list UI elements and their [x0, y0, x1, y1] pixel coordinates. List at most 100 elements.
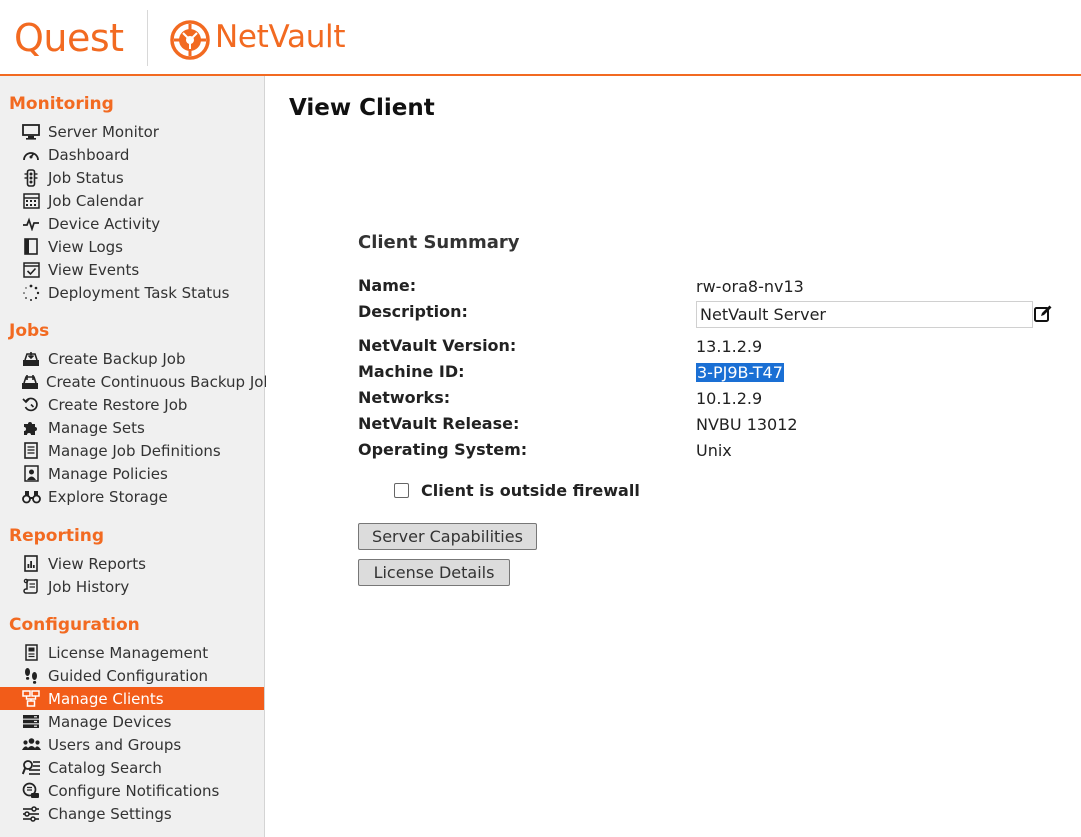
netvault-release-value: NVBU 13012: [696, 415, 798, 434]
edit-description-icon[interactable]: [1033, 304, 1053, 324]
clients-icon: [21, 690, 41, 708]
client-summary-title: Client Summary: [358, 232, 520, 253]
pulse-icon: [21, 215, 41, 233]
sidebar-item-manage-policies[interactable]: Manage Policies: [0, 462, 264, 485]
notifications-icon: [21, 782, 41, 800]
sidebar-item-job-calendar[interactable]: Job Calendar: [0, 189, 264, 212]
settings-sliders-icon: [21, 805, 41, 823]
sidebar-item-label: Manage Sets: [48, 418, 145, 437]
netvault-logo-text[interactable]: NetVault: [215, 19, 346, 55]
sidebar-item-label: Change Settings: [48, 804, 172, 823]
sidebar-item-explore-storage[interactable]: Explore Storage: [0, 485, 264, 508]
users-icon: [21, 736, 41, 754]
sidebar-item-server-monitor[interactable]: Server Monitor: [0, 120, 264, 143]
sidebar-item-create-backup-job[interactable]: Create Backup Job: [0, 347, 264, 370]
devices-icon: [21, 713, 41, 731]
firewall-option[interactable]: Client is outside firewall: [394, 481, 640, 500]
sidebar-item-label: Manage Devices: [48, 712, 172, 731]
license-icon: [21, 644, 41, 662]
machine-id-value-wrapper: 3-PJ9B-T47: [696, 363, 784, 382]
traffic-light-icon: [21, 168, 41, 187]
sidebar-item-label: Job Calendar: [48, 191, 144, 210]
sidebar-item-label: Dashboard: [48, 145, 130, 164]
events-check-icon: [21, 261, 41, 279]
sidebar-item-label: Manage Policies: [48, 464, 168, 483]
sidebar-item-license-management[interactable]: License Management: [0, 641, 264, 664]
machine-id-value[interactable]: 3-PJ9B-T47: [696, 363, 784, 382]
firewall-checkbox[interactable]: [394, 483, 409, 498]
page-title: View Client: [289, 95, 435, 121]
sidebar-item-label: Deployment Task Status: [48, 283, 230, 302]
sidebar-item-label: Create Continuous Backup Job: [46, 372, 273, 391]
section-title-configuration: Configuration: [9, 615, 140, 635]
description-field[interactable]: NetVault Server: [696, 301, 1033, 328]
sidebar-item-create-restore-job[interactable]: Create Restore Job: [0, 393, 264, 416]
sidebar-item-label: View Events: [48, 260, 140, 279]
sidebar-item-label: View Logs: [48, 237, 123, 256]
sidebar-item-deployment-task-status[interactable]: Deployment Task Status: [0, 281, 264, 304]
sidebar-item-device-activity[interactable]: Device Activity: [0, 212, 264, 235]
footsteps-icon: [21, 667, 41, 685]
continuous-backup-icon: [21, 373, 39, 391]
sidebar-item-label: Manage Job Definitions: [48, 441, 221, 460]
sidebar-item-label: Explore Storage: [48, 487, 168, 506]
name-label: Name:: [358, 276, 417, 295]
sidebar-item-view-logs[interactable]: View Logs: [0, 235, 264, 258]
sidebar-item-label: Server Monitor: [48, 122, 159, 141]
restore-icon: [21, 396, 41, 414]
sidebar-item-dashboard[interactable]: Dashboard: [0, 143, 264, 166]
sidebar-item-label: License Management: [48, 643, 209, 662]
description-label: Description:: [358, 302, 468, 321]
netvault-version-label: NetVault Version:: [358, 336, 517, 355]
sidebar-item-label: Create Backup Job: [48, 349, 186, 368]
sidebar-item-change-settings[interactable]: Change Settings: [0, 802, 264, 825]
section-title-reporting: Reporting: [9, 526, 105, 546]
netvault-logo-icon: [170, 20, 210, 60]
firewall-checkbox-label: Client is outside firewall: [421, 481, 640, 500]
scroll-icon: [21, 578, 41, 596]
backup-icon: [21, 350, 41, 368]
sidebar-item-label: View Reports: [48, 554, 146, 573]
networks-label: Networks:: [358, 388, 451, 407]
log-book-icon: [21, 238, 41, 256]
quest-logo[interactable]: Quest: [14, 16, 124, 60]
license-details-button[interactable]: License Details: [358, 559, 510, 586]
binoculars-icon: [21, 488, 41, 506]
report-icon: [21, 555, 41, 573]
name-value: rw-ora8-nv13: [696, 277, 804, 296]
document-icon: [21, 442, 41, 460]
sidebar-item-label: Catalog Search: [48, 758, 162, 777]
sidebar-item-label: Device Activity: [48, 214, 161, 233]
sidebar-item-label: Guided Configuration: [48, 666, 209, 685]
sidebar-item-label: Job Status: [48, 168, 124, 187]
sidebar-item-catalog-search[interactable]: Catalog Search: [0, 756, 264, 779]
sidebar-item-create-continuous-backup-job[interactable]: Create Continuous Backup Job: [0, 370, 273, 393]
sidebar-item-job-history[interactable]: Job History: [0, 575, 264, 598]
machine-id-label: Machine ID:: [358, 362, 465, 381]
netvault-release-label: NetVault Release:: [358, 414, 520, 433]
sidebar-item-label: Job History: [48, 577, 130, 596]
sidebar-item-manage-devices[interactable]: Manage Devices: [0, 710, 264, 733]
dashboard-icon: [21, 146, 41, 164]
sidebar-item-job-status[interactable]: Job Status: [0, 166, 264, 189]
sidebar-item-label: Manage Clients: [48, 689, 164, 708]
sidebar-item-users-and-groups[interactable]: Users and Groups: [0, 733, 264, 756]
policy-icon: [21, 465, 41, 483]
netvault-version-value: 13.1.2.9: [696, 337, 763, 356]
sidebar-item-view-events[interactable]: View Events: [0, 258, 264, 281]
monitor-icon: [21, 123, 41, 141]
operating-system-label: Operating System:: [358, 440, 528, 459]
networks-value: 10.1.2.9: [696, 389, 763, 408]
server-capabilities-button[interactable]: Server Capabilities: [358, 523, 537, 550]
sidebar-item-view-reports[interactable]: View Reports: [0, 552, 264, 575]
sidebar-item-manage-sets[interactable]: Manage Sets: [0, 416, 264, 439]
sidebar-nav: Monitoring Server Monitor Dashboard Job …: [0, 76, 273, 837]
sidebar-item-configure-notifications[interactable]: Configure Notifications: [0, 779, 264, 802]
sidebar-item-manage-job-definitions[interactable]: Manage Job Definitions: [0, 439, 264, 462]
section-title-jobs: Jobs: [9, 321, 50, 341]
main-content: View Client Client Summary Name: rw-ora8…: [266, 76, 1081, 837]
sidebar-item-manage-clients[interactable]: Manage Clients: [0, 687, 264, 710]
sidebar-item-guided-configuration[interactable]: Guided Configuration: [0, 664, 264, 687]
operating-system-value: Unix: [696, 441, 732, 460]
header-divider: [147, 10, 148, 66]
